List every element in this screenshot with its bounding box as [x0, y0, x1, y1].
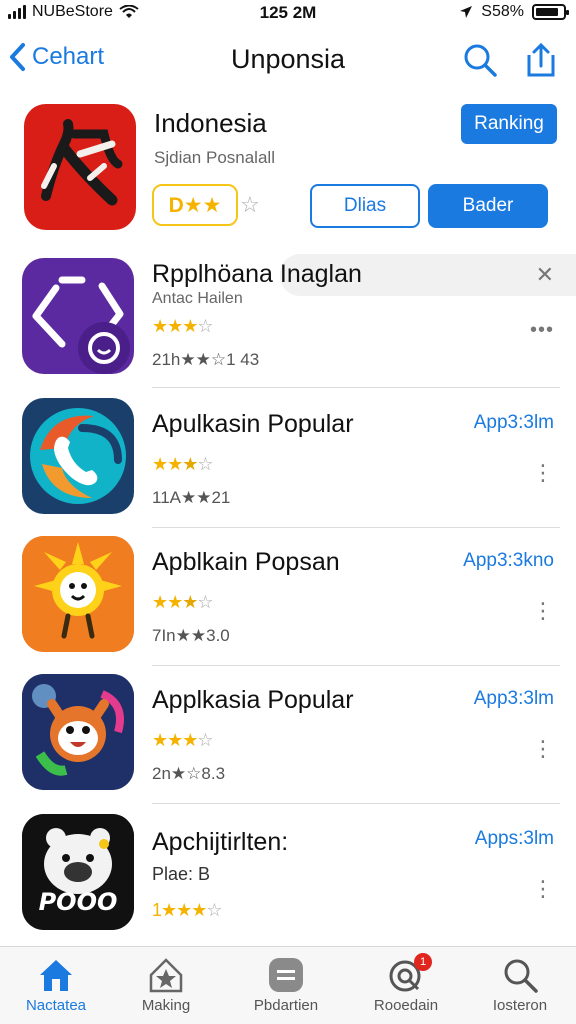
list-item[interactable]: POOO Apchijtirlten: Plae: B 1★★★☆ Apps:3… — [0, 806, 576, 944]
more-icon[interactable]: ••• — [530, 320, 554, 340]
bear-character-icon[interactable]: POOO — [22, 814, 134, 930]
tab-updates[interactable]: 1 Rooedain — [356, 953, 456, 1014]
rating-stars: ★★★☆ — [152, 730, 214, 750]
tab-label: Making — [141, 997, 191, 1014]
tab-home[interactable]: Nactatea — [6, 955, 106, 1014]
stack-icon — [269, 958, 303, 992]
app-meta: Antac Hailen — [152, 290, 243, 307]
rating-stars: ★★★☆ — [152, 592, 214, 612]
status-right: S58% — [459, 3, 569, 21]
status-bar: NUBeStore 125 2M S58% — [0, 0, 576, 26]
get-button[interactable]: App3:3kno — [463, 550, 554, 572]
bader-button[interactable]: Bader — [428, 184, 548, 228]
sun-character-icon[interactable] — [22, 536, 134, 652]
fox-character-icon[interactable] — [22, 674, 134, 790]
refresh-chat-glyph — [32, 276, 130, 374]
list-item[interactable]: Applkasia Popular ★★★☆ 2n★☆8.3 App3:3lm … — [0, 666, 576, 804]
rating-count: 21h★★☆1 43 — [152, 350, 260, 369]
rating-count: 2n★☆8.3 — [152, 764, 226, 783]
dlias-button[interactable]: Dlias — [310, 184, 420, 228]
app-name: Apblkain Popsan — [152, 548, 340, 576]
app-meta: Plae: B — [152, 864, 211, 884]
battery-icon — [532, 4, 569, 20]
rating-pill[interactable]: D★★ — [152, 184, 238, 226]
sun-character-glyph — [22, 536, 134, 652]
location-icon — [460, 6, 473, 18]
brush-calligraphy-icon — [41, 119, 123, 206]
star-outline-icon[interactable]: ☆ — [240, 192, 260, 218]
tab-search[interactable]: Iosteron — [470, 955, 570, 1014]
tab-label: Pbdartien — [253, 997, 319, 1014]
app-name: Apulkasin Popular — [152, 410, 354, 438]
app-name: Rpplhöana Inaglan — [152, 260, 362, 288]
rating-count: 7In★★3.0 — [152, 626, 230, 645]
more-icon[interactable]: ⋮ — [532, 462, 554, 484]
more-icon[interactable]: ⋮ — [532, 600, 554, 622]
refresh-chat-icon[interactable] — [22, 258, 134, 374]
nav-actions — [462, 42, 558, 78]
home-icon — [40, 960, 72, 991]
tab-bar: Nactatea Making Pbdartien 1 Rooedain Ios… — [0, 946, 576, 1024]
close-icon[interactable]: ✕ — [536, 262, 554, 288]
rating-stars: 1★★★☆ — [152, 900, 223, 920]
phone-swirl-glyph — [30, 408, 126, 504]
get-button[interactable]: App3:3lm — [474, 688, 554, 710]
featured-app-icon[interactable] — [24, 104, 136, 230]
tab-making[interactable]: Making — [116, 955, 216, 1014]
get-button[interactable]: App3:3lm — [474, 412, 554, 434]
rating-stars: ★★★☆ — [152, 316, 214, 336]
tab-label: Nactatea — [25, 997, 87, 1014]
star-house-icon — [149, 958, 183, 993]
fox-character-glyph — [22, 674, 134, 790]
divider — [152, 803, 560, 804]
notification-badge: 1 — [414, 953, 432, 971]
featured-app: Indonesia Sjdian Posnalall Ranking D★★ ☆… — [0, 100, 576, 236]
app-name: Apchijtirlten: — [152, 828, 289, 856]
list-item[interactable]: ✕ Rpplhöana Inaglan Antac Hailen ★★★☆ 21… — [0, 250, 576, 388]
more-icon[interactable]: ⋮ — [532, 738, 554, 760]
rating-count: 11A★★21 — [152, 488, 231, 507]
nav-bar: Cehart Unponsia — [0, 36, 576, 86]
search-icon[interactable] — [462, 42, 498, 78]
tab-pbdartien[interactable]: Pbdartien — [236, 955, 336, 1014]
featured-subtitle: Sjdian Posnalall — [154, 148, 275, 167]
list-item[interactable]: Apblkain Popsan ★★★☆ 7In★★3.0 App3:3kno … — [0, 528, 576, 666]
icon-wordmark: POOO — [38, 888, 118, 916]
search-icon — [504, 959, 538, 993]
battery-percent: S58% — [481, 3, 524, 20]
more-icon[interactable]: ⋮ — [532, 878, 554, 900]
tab-label: Iosteron — [492, 997, 548, 1014]
app-name: Applkasia Popular — [152, 686, 354, 714]
list-item[interactable]: Apulkasin Popular ★★★☆ 11A★★21 App3:3lm … — [0, 390, 576, 528]
divider — [152, 387, 560, 388]
phone-swirl-icon[interactable] — [22, 398, 134, 514]
ranking-button[interactable]: Ranking — [461, 104, 557, 144]
rating-stars: ★★★☆ — [152, 454, 214, 474]
featured-title: Indonesia — [154, 108, 267, 138]
share-icon[interactable] — [522, 42, 558, 78]
get-button[interactable]: Apps:3lm — [475, 828, 554, 850]
tab-label: Rooedain — [373, 997, 439, 1014]
